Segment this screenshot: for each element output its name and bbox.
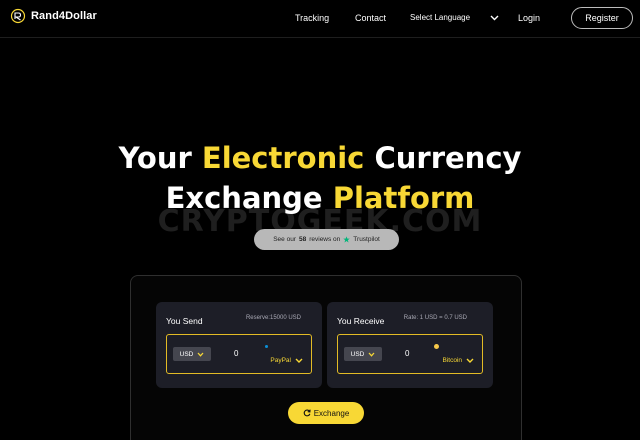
receive-currency-label: USD [350,350,365,358]
trust-platform: Trustpilot [353,236,380,243]
hero-highlight: Platform [332,181,475,215]
brand-name: Rand4Dollar [31,10,97,22]
language-select-label: Select Language [410,13,471,22]
navbar: Rand4Dollar Tracking Contact Select Lang… [0,0,640,38]
send-panel: You Send Reserve:15000 USD USD 0 PayPal [156,302,322,388]
chevron-down-icon [368,352,375,357]
chevron-down-icon [197,352,204,357]
send-reserve: Reserve:15000 USD [245,315,301,321]
refresh-icon [303,409,311,417]
logo-icon [10,8,26,24]
hero-word: Exchange [165,181,323,215]
receive-method-select[interactable]: Bitcoin [442,357,474,364]
receive-currency-select[interactable]: USD [344,347,382,361]
logo[interactable]: Rand4Dollar [10,8,97,24]
hero-highlight: Electronic [201,141,365,175]
receive-method-label: Bitcoin [442,357,462,364]
receive-rate: Rate: 1 USD = 0.7 USD [403,315,467,321]
star-icon [343,236,351,243]
receive-panel: You Receive Rate: 1 USD = 0.7 USD USD 0 … [327,302,493,388]
hero-line-2: Exchange Platform [0,178,640,218]
receive-amount-input[interactable]: 0 [405,349,409,358]
hero-line-1: Your Electronic Currency [0,138,640,178]
register-button[interactable]: Register [571,7,633,29]
trustpilot-badge[interactable]: See our 58 reviews on Trustpilot [254,229,399,250]
nav-login-link[interactable]: Login [518,13,540,23]
send-amount-input[interactable]: 0 [234,349,238,358]
hero-word: Currency [374,141,522,175]
send-method-label: PayPal [270,357,291,364]
bitcoin-icon [434,344,439,349]
nav-tracking-link[interactable]: Tracking [295,13,329,23]
exchange-button[interactable]: Exchange [288,402,364,424]
receive-title: You Receive [337,316,385,326]
exchange-button-label: Exchange [313,408,350,418]
chevron-down-icon [466,358,474,363]
send-field: USD 0 PayPal [166,334,312,374]
receive-field: USD 0 Bitcoin [337,334,483,374]
chevron-down-icon [490,15,499,21]
trust-prefix: See our [273,236,296,243]
nav-contact-link[interactable]: Contact [355,13,386,23]
send-method-select[interactable]: PayPal [270,357,303,364]
send-title: You Send [166,316,203,326]
trust-suffix: reviews on [309,236,341,243]
hero-word: Your [118,141,192,175]
send-currency-select[interactable]: USD [173,347,211,361]
chevron-down-icon [295,358,303,363]
language-select[interactable]: Select Language [410,13,499,22]
trust-review-count: 58 [298,236,307,243]
page: Rand4Dollar Tracking Contact Select Lang… [0,0,640,440]
paypal-icon [265,345,268,348]
send-currency-label: USD [179,350,194,358]
hero-heading: Your Electronic Currency Exchange Platfo… [0,138,640,218]
